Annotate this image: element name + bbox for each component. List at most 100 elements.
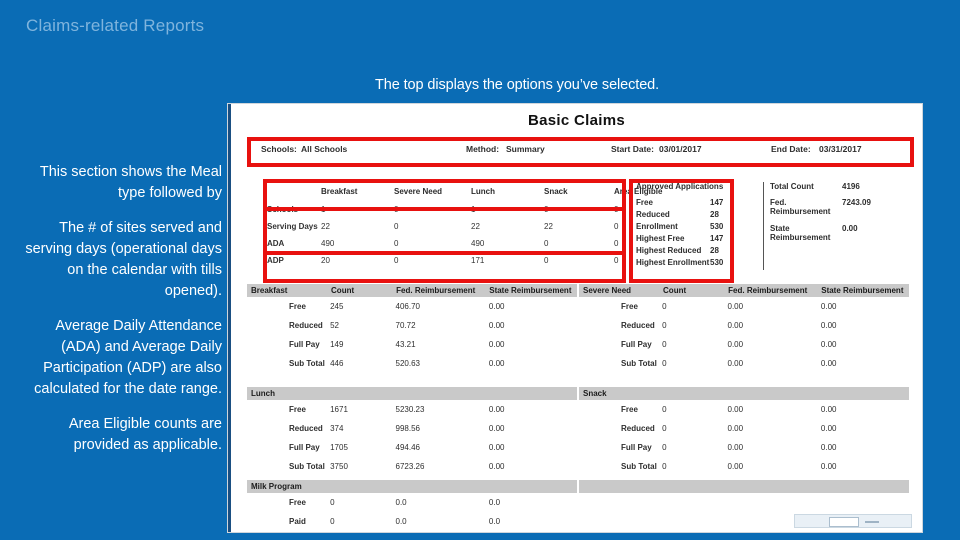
meal-block-header: Snack <box>579 387 909 400</box>
table-row: Reduced 0 0.00 0.00 <box>579 419 909 438</box>
table-row: Full Pay 149 43.21 0.00 <box>247 335 577 354</box>
cell-state: 0.00 <box>820 424 837 433</box>
row-label: Sub Total <box>621 462 657 471</box>
cell-count: 446 <box>330 359 344 368</box>
meal-name: Severe Need <box>583 286 632 295</box>
row-value: 7243.09 <box>842 198 871 208</box>
cell-fed: 70.72 <box>395 321 416 330</box>
table-row: Free 0 0.00 0.00 <box>579 400 909 419</box>
row-label: Full Pay <box>621 443 652 452</box>
table-row: Full Pay 0 0.00 0.00 <box>579 438 909 457</box>
table-row: Reduced 52 70.72 0.00 <box>247 316 577 335</box>
cell-fed: 494.46 <box>395 443 420 452</box>
cell-count: 0 <box>662 321 667 330</box>
row-label: State Reimbursement <box>770 223 831 242</box>
cell-state: 0.00 <box>820 302 837 311</box>
cell-state: 0.00 <box>488 462 505 471</box>
cell-fed: 0.00 <box>727 443 744 452</box>
cell-count: 374 <box>330 424 344 433</box>
row-label: Free <box>289 405 306 414</box>
cell-count: 3750 <box>330 462 348 471</box>
highlight-box-area-eligible <box>629 179 734 283</box>
meal-name: Breakfast <box>251 286 288 295</box>
cell-count: 1671 <box>330 405 348 414</box>
meal-name-blank <box>583 482 669 491</box>
cell-count: 1705 <box>330 443 348 452</box>
cell-fed: 406.70 <box>395 302 420 311</box>
row-label: Reduced <box>289 424 323 433</box>
cell-state: 0.00 <box>820 359 837 368</box>
cell-state: 0.00 <box>488 443 505 452</box>
cell-count: 52 <box>330 321 340 330</box>
report-pager-control[interactable] <box>794 514 912 528</box>
totals-row: State Reimbursement 0.00 <box>770 224 914 242</box>
cell-fed: 6723.26 <box>395 462 425 471</box>
cell-state: 0.00 <box>488 359 505 368</box>
meal-block-severe-need: Severe Need Count Fed. Reimbursement Sta… <box>579 284 909 373</box>
meal-name: Snack <box>583 389 607 398</box>
cell-count: 149 <box>330 340 344 349</box>
headline-text: The top displays the options you’ve sele… <box>375 77 660 93</box>
col-fed: Fed. Reimbursement <box>728 286 808 295</box>
cell-state: 0.00 <box>820 321 837 330</box>
meal-block-header: Severe Need Count Fed. Reimbursement Sta… <box>579 284 909 297</box>
cell-state: 0.00 <box>820 405 837 414</box>
row-value: 0.00 <box>842 223 858 233</box>
meal-block-header: Breakfast Count Fed. Reimbursement State… <box>247 284 577 297</box>
slide-title: Claims-related Reports <box>26 16 205 35</box>
row-label: Total Count <box>770 182 814 191</box>
callout-item: This section shows the Meal type followe… <box>39 164 222 202</box>
table-row: Paid 0 0.0 0.0 <box>247 512 577 531</box>
cell-count: 0 <box>662 462 667 471</box>
cell-count: 0 <box>662 340 667 349</box>
table-row: Sub Total 446 520.63 0.00 <box>247 354 577 373</box>
cell-fed: 0.00 <box>727 340 744 349</box>
row-label: Reduced <box>289 321 323 330</box>
cell-count: 0 <box>662 302 667 311</box>
cell-state: 0.00 <box>820 462 837 471</box>
row-label: Fed. Reimbursement <box>770 198 831 217</box>
totals-row: Fed. Reimbursement 7243.09 <box>770 198 914 216</box>
col-state: State Reimbursement <box>489 286 572 295</box>
row-value: 4196 <box>842 182 860 191</box>
cell-fed: 520.63 <box>395 359 420 368</box>
report-title: Basic Claims <box>528 112 625 129</box>
table-row: Free 245 406.70 0.00 <box>247 297 577 316</box>
cell-fed: 0.0 <box>395 517 407 526</box>
col-count: Count <box>331 286 355 295</box>
highlight-box-header <box>247 137 914 167</box>
pager-divider-icon <box>865 521 879 523</box>
row-label: Free <box>621 405 638 414</box>
row-label: Full Pay <box>621 340 652 349</box>
cell-state: 0.00 <box>820 443 837 452</box>
meal-name: Milk Program <box>251 482 302 491</box>
row-label: Free <box>289 302 306 311</box>
cell-state: 0.00 <box>488 321 505 330</box>
cell-state: 0.00 <box>488 424 505 433</box>
callout-item: Average Daily Attendance (ADA) and Avera… <box>34 318 222 398</box>
table-row: Sub Total 0 0.00 0.00 <box>579 354 909 373</box>
col-fed: Fed. Reimbursement <box>396 286 476 295</box>
col-count: Count <box>663 286 687 295</box>
meal-block-milk-program: Milk Program Free 0 0.0 0.0 Paid 0 0.0 0… <box>247 480 577 531</box>
meal-name: Lunch <box>251 389 275 398</box>
page-number-input[interactable] <box>829 517 859 527</box>
cell-state: 0.0 <box>488 498 501 507</box>
meal-block-header <box>579 480 909 493</box>
cell-state: 0.00 <box>488 405 505 414</box>
cell-fed: 0.0 <box>395 498 407 507</box>
cell-count: 0 <box>662 424 667 433</box>
cell-count: 0 <box>662 405 667 414</box>
report-screenshot-panel[interactable]: Basic Claims Schools: All Schools Method… <box>228 104 922 532</box>
meal-block-milk-spacer <box>579 480 909 493</box>
cell-count: 0 <box>662 443 667 452</box>
meal-block-header: Milk Program <box>247 480 577 493</box>
table-row: Reduced 0 0.00 0.00 <box>579 316 909 335</box>
row-label: Paid <box>289 517 306 526</box>
cell-fed: 0.00 <box>727 405 744 414</box>
meal-block-header: Lunch <box>247 387 577 400</box>
cell-count: 0 <box>330 498 335 507</box>
table-row: Reduced 374 998.56 0.00 <box>247 419 577 438</box>
row-label: Full Pay <box>289 340 320 349</box>
callout-item: Area Eligible counts are provided as app… <box>68 416 222 454</box>
